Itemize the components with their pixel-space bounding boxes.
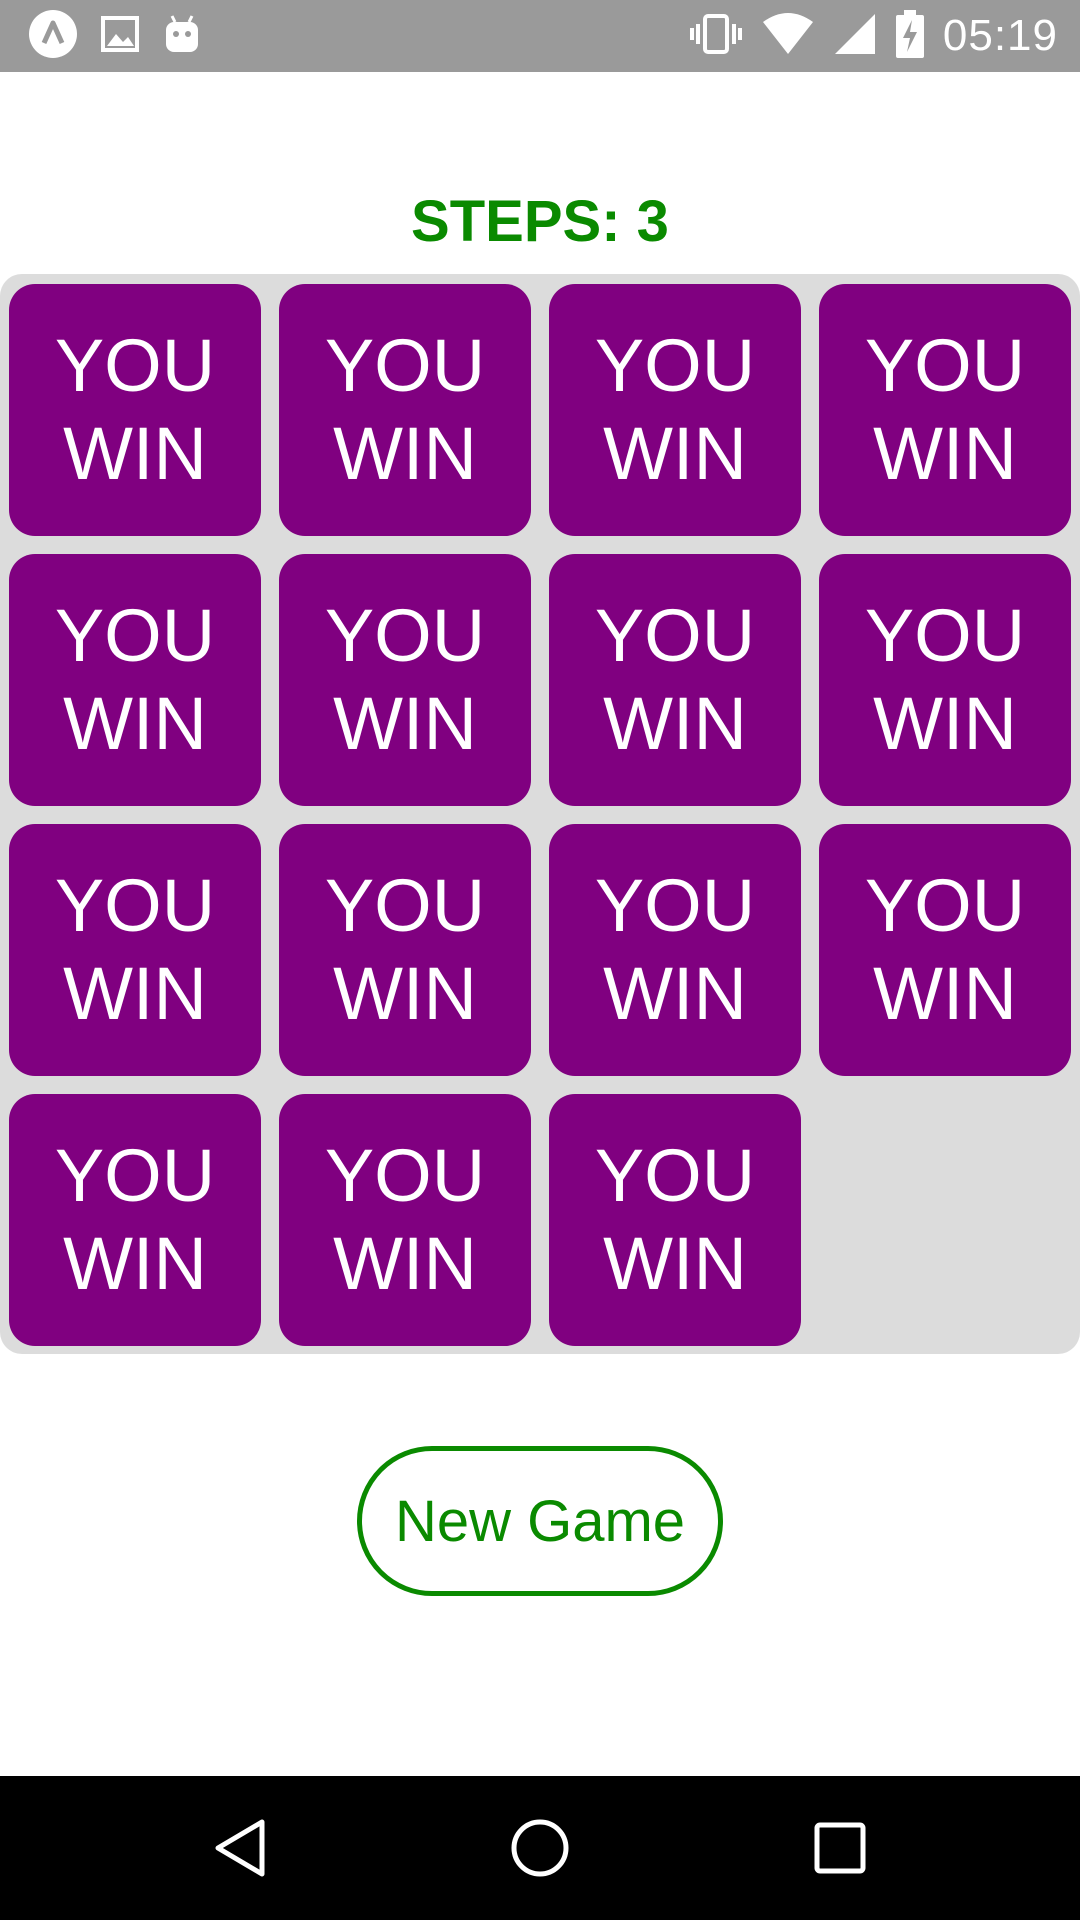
puzzle-tile[interactable]: YOU WIN [549, 1094, 801, 1346]
home-icon[interactable] [490, 1798, 590, 1898]
puzzle-tile[interactable]: YOU WIN [9, 554, 261, 806]
steps-value: 3 [636, 189, 669, 254]
clock: 05:19 [942, 11, 1058, 60]
back-icon[interactable] [190, 1798, 290, 1898]
recents-icon[interactable] [790, 1798, 890, 1898]
wifi-icon [761, 12, 815, 61]
puzzle-tile[interactable]: YOU WIN [9, 1094, 261, 1346]
image-icon [100, 14, 140, 59]
puzzle-tile[interactable]: YOU WIN [9, 284, 261, 536]
puzzle-tile[interactable]: YOU WIN [819, 554, 1071, 806]
steps-label: STEPS: [411, 189, 621, 254]
puzzle-tile[interactable]: YOU WIN [819, 824, 1071, 1076]
puzzle-tile[interactable]: YOU WIN [819, 284, 1071, 536]
puzzle-tile[interactable]: YOU WIN [279, 824, 531, 1076]
new-game-button[interactable]: New Game [357, 1446, 723, 1596]
puzzle-tile[interactable]: YOU WIN [549, 284, 801, 536]
battery-charging-icon [895, 9, 925, 63]
empty-slot[interactable] [819, 1094, 1071, 1346]
puzzle-board: YOU WIN YOU WIN YOU WIN YOU WIN YOU WIN … [0, 274, 1080, 1354]
puzzle-tile[interactable]: YOU WIN [279, 554, 531, 806]
signal-icon [833, 12, 877, 61]
puzzle-tile[interactable]: YOU WIN [279, 284, 531, 536]
status-bar: 05:19 [0, 0, 1080, 72]
puzzle-tile[interactable]: YOU WIN [549, 554, 801, 806]
navigation-bar [0, 1776, 1080, 1920]
app-launcher-icon [28, 9, 78, 64]
puzzle-tile[interactable]: YOU WIN [9, 824, 261, 1076]
steps-counter: STEPS: 3 [0, 186, 1080, 258]
android-icon [162, 12, 202, 61]
vibrate-icon [689, 12, 743, 61]
puzzle-tile[interactable]: YOU WIN [549, 824, 801, 1076]
puzzle-tile[interactable]: YOU WIN [279, 1094, 531, 1346]
